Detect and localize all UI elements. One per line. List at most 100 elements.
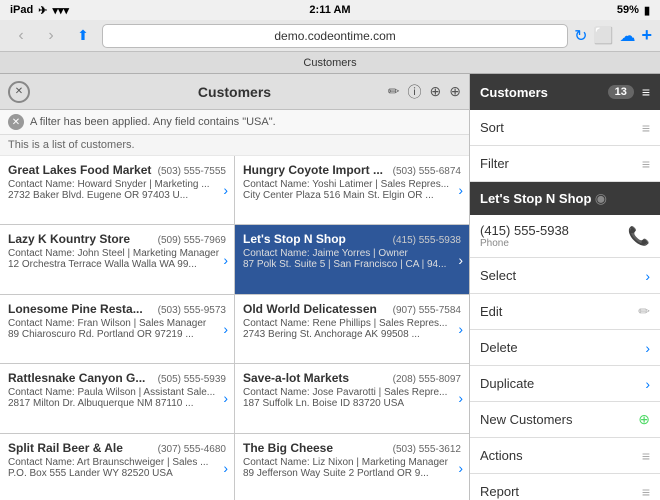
sidebar-action-icon: ✏ <box>638 303 650 320</box>
tabs-button[interactable]: ⬜ <box>594 26 614 46</box>
customer-card-address: P.O. Box 555 Lander WY 82520 USA <box>8 468 226 479</box>
customer-card-address: 187 Suffolk Ln. Boise ID 83720 USA <box>243 398 461 409</box>
customer-card-address: 12 Orchestra Terrace Walla Walla WA 99..… <box>8 259 226 270</box>
url-field[interactable]: demo.codeontime.com <box>102 24 568 48</box>
card-arrow-icon: › <box>223 182 228 198</box>
filter-bar: ✕ A filter has been applied. Any field c… <box>0 110 469 135</box>
customer-grid: Great Lakes Food Market(503) 555-7555Con… <box>0 156 469 500</box>
customer-card-address: 87 Polk St. Suite 5 | San Francisco | CA… <box>243 259 461 270</box>
sidebar-badge: 13 <box>608 85 634 99</box>
customer-card-name: Let's Stop N Shop <box>243 232 346 246</box>
customer-card-phone: (509) 555-7969 <box>158 235 226 246</box>
sidebar-action-icon: ⊕ <box>638 411 650 428</box>
sidebar-action-item-select[interactable]: Select› <box>470 258 660 294</box>
sidebar-actions-list: Select› Edit ✏ Delete› Duplicate › New Custome… <box>470 258 660 500</box>
card-arrow-icon: › <box>223 460 228 476</box>
sidebar-action-label: Actions <box>480 448 523 463</box>
customer-card[interactable]: Lonesome Pine Resta...(503) 555-9573Cont… <box>0 295 234 363</box>
ipad-label: iPad <box>10 4 33 16</box>
panel-header-icons: ✏ ⓘ ⊕ ⊕ <box>388 82 461 102</box>
right-sidebar: Customers 13 ≡ Sort ≡ Filter ≡ Let's Sto… <box>470 74 660 500</box>
customer-card[interactable]: Great Lakes Food Market(503) 555-7555Con… <box>0 156 234 224</box>
customer-card-name: Lonesome Pine Resta... <box>8 302 143 316</box>
sidebar-action-icon: ≡ <box>642 448 650 464</box>
sidebar-action-label: Edit <box>480 304 502 319</box>
customer-card-name: Lazy K Kountry Store <box>8 232 130 246</box>
forward-button[interactable]: › <box>38 23 64 49</box>
add-tab-button[interactable]: + <box>641 25 652 46</box>
call-icon[interactable]: 📞 <box>628 226 650 247</box>
cloud-button[interactable]: ☁ <box>619 26 635 46</box>
sort-icon: ≡ <box>642 120 650 136</box>
customer-card[interactable]: The Big Cheese(503) 555-3612Contact Name… <box>235 434 469 500</box>
sidebar-action-item-delete[interactable]: Delete› <box>470 330 660 366</box>
customer-card-address: 2817 Milton Dr. Albuquerque NM 87110 ... <box>8 398 226 409</box>
sidebar-item-filter[interactable]: Filter ≡ <box>470 146 660 182</box>
battery-icon: ▮ <box>644 4 650 17</box>
sidebar-action-label: Select <box>480 268 516 283</box>
card-arrow-icon: › <box>458 252 463 268</box>
eye-icon[interactable]: ◉ <box>595 190 607 206</box>
card-arrow-icon: › <box>458 182 463 198</box>
customer-card[interactable]: Old World Delicatessen(907) 555-7584Cont… <box>235 295 469 363</box>
customer-card-phone: (907) 555-7584 <box>393 305 461 316</box>
customer-card-address: 89 Chiaroscuro Rd. Portland OR 97219 ... <box>8 329 226 340</box>
customer-card-phone: (503) 555-7555 <box>158 166 226 177</box>
customer-card-address: 89 Jefferson Way Suite 2 Portland OR 9..… <box>243 468 461 479</box>
selected-company-section: Let's Stop N Shop ◉ <box>470 182 660 215</box>
sidebar-action-item-duplicate[interactable]: Duplicate › <box>470 366 660 402</box>
customer-card[interactable]: Hungry Coyote Import ...(503) 555-6874Co… <box>235 156 469 224</box>
sidebar-title: Customers <box>480 85 548 100</box>
customer-card-name: Rattlesnake Canyon G... <box>8 371 145 385</box>
add-icon[interactable]: ⊕ <box>430 83 442 100</box>
sidebar-action-label: New Customers <box>480 412 572 427</box>
customer-card-contact: Contact Name: Howard Snyder | Marketing … <box>8 179 226 190</box>
nav-buttons: ‹ › <box>8 23 64 49</box>
customer-card-contact: Contact Name: Liz Nixon | Marketing Mana… <box>243 457 461 468</box>
filter-clear-button[interactable]: ✕ <box>8 114 24 130</box>
sort-label: Sort <box>480 120 504 135</box>
wifi-icon: ✈ <box>38 4 47 17</box>
sidebar-action-item-actions[interactable]: Actions ≡ <box>470 438 660 474</box>
sidebar-menu-icon[interactable]: ≡ <box>642 84 650 100</box>
sidebar-action-icon: › <box>645 376 650 392</box>
customer-card-phone: (307) 555-4680 <box>158 444 226 455</box>
search-icon[interactable]: ⊕ <box>449 83 461 100</box>
customer-card-contact: Contact Name: Jaime Yorres | Owner <box>243 248 461 259</box>
sidebar-item-sort[interactable]: Sort ≡ <box>470 110 660 146</box>
customer-card-contact: Contact Name: Jose Pavarotti | Sales Rep… <box>243 387 461 398</box>
customer-card[interactable]: Save-a-lot Markets(208) 555-8097Contact … <box>235 364 469 432</box>
customer-card-contact: Contact Name: Yoshi Latimer | Sales Repr… <box>243 179 461 190</box>
sidebar-action-item-edit[interactable]: Edit ✏ <box>470 294 660 330</box>
customer-card[interactable]: Lazy K Kountry Store (509) 555-7969 Contac… <box>0 225 234 293</box>
customer-card-contact: Contact Name: Fran Wilson | Sales Manage… <box>8 318 226 329</box>
panel-back: ✕ <box>8 81 30 103</box>
share-button[interactable]: ⬆ <box>70 23 96 49</box>
sidebar-action-label: Report <box>480 484 519 499</box>
customer-card[interactable]: Let's Stop N Shop(415) 555-5938Contact N… <box>235 225 469 293</box>
customer-card-contact: Contact Name: John Steel | Marketing Man… <box>8 248 226 259</box>
panel-title: Customers <box>198 84 271 100</box>
back-circle-button[interactable]: ✕ <box>8 81 30 103</box>
customer-card[interactable]: Split Rail Beer & Ale(307) 555-4680Conta… <box>0 434 234 500</box>
back-button[interactable]: ‹ <box>8 23 34 49</box>
filter-text: A filter has been applied. Any field con… <box>30 116 276 128</box>
customer-card-address: 2743 Bering St. Anchorage AK 99508 ... <box>243 329 461 340</box>
selected-company-name: Let's Stop N Shop <box>480 191 591 206</box>
status-left: iPad ✈ ▾▾▾ <box>10 4 69 17</box>
url-text: demo.codeontime.com <box>274 29 395 43</box>
info-icon[interactable]: ⓘ <box>408 82 422 102</box>
filter-icon: ≡ <box>642 156 650 172</box>
sidebar-action-item-report[interactable]: Report≡ <box>470 474 660 500</box>
card-arrow-icon: › <box>223 252 228 268</box>
phone-section: (415) 555-5938 Phone 📞 <box>470 215 660 258</box>
customer-card[interactable]: Rattlesnake Canyon G...(505) 555-5939Con… <box>0 364 234 432</box>
sidebar-action-label: Duplicate <box>480 376 534 391</box>
refresh-button[interactable]: ↻ <box>574 26 587 46</box>
customer-card-phone: (503) 555-6874 <box>393 166 461 177</box>
panel-header: ✕ Customers ✏ ⓘ ⊕ ⊕ <box>0 74 469 110</box>
edit-icon[interactable]: ✏ <box>388 83 400 100</box>
sidebar-action-item-new-customers[interactable]: New Customers ⊕ <box>470 402 660 438</box>
main-area: ✕ Customers ✏ ⓘ ⊕ ⊕ ✕ A filter has been … <box>0 74 660 500</box>
card-arrow-icon: › <box>458 321 463 337</box>
